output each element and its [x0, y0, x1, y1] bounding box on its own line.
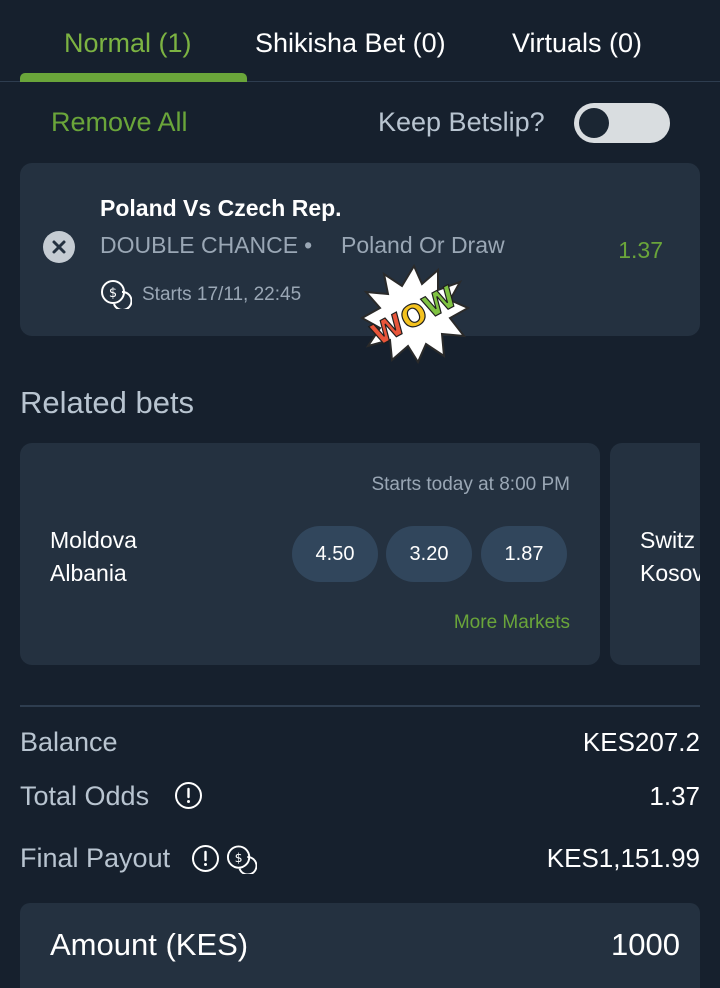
close-icon — [52, 240, 66, 254]
tab-normal[interactable]: Normal (1) — [64, 28, 192, 59]
betslip-tabs: Normal (1) Shikisha Bet (0) Virtuals (0) — [0, 0, 720, 82]
keep-betslip-label: Keep Betslip? — [378, 107, 545, 137]
odds-button-draw[interactable]: 3.20 — [386, 526, 472, 582]
divider — [20, 705, 700, 707]
odds-button-away[interactable]: 1.87 — [481, 526, 567, 582]
related-teams: Switz Kosov — [640, 524, 700, 590]
tab-shikisha-bet[interactable]: Shikisha Bet (0) — [255, 28, 446, 59]
keep-betslip-toggle[interactable] — [574, 103, 670, 143]
match-name: Poland Vs Czech Rep. — [100, 195, 342, 221]
selection-name: Poland Or Draw — [341, 232, 505, 258]
info-icon[interactable] — [174, 781, 203, 810]
amount-value[interactable]: 1000 — [611, 927, 680, 963]
remove-selection-button[interactable] — [43, 231, 75, 263]
active-tab-indicator — [20, 73, 247, 82]
svg-text:$: $ — [235, 850, 243, 865]
wow-sticker: WOW — [359, 263, 470, 365]
start-time: Starts 17/11, 22:45 — [142, 284, 302, 305]
final-payout-label: Final Payout — [20, 843, 171, 873]
related-bet-card[interactable]: Switz Kosov — [610, 443, 700, 665]
market-name: DOUBLE CHANCE • — [100, 232, 320, 259]
info-icon[interactable] — [191, 844, 220, 873]
coins-icon: $ — [101, 280, 132, 309]
away-team: Kosov — [640, 560, 700, 586]
balance-value: KES207.2 — [582, 727, 700, 757]
amount-label: Amount (KES) — [50, 927, 249, 962]
amount-input[interactable]: Amount (KES) 1000 — [20, 903, 700, 988]
odds-button-home[interactable]: 4.50 — [292, 526, 378, 582]
coins-icon[interactable]: $ — [226, 844, 257, 874]
total-odds-value: 1.37 — [649, 781, 700, 811]
market-type: DOUBLE CHANCE — [100, 232, 299, 258]
away-team: Albania — [50, 560, 127, 586]
toggle-knob — [579, 108, 609, 138]
home-team: Moldova — [50, 527, 137, 553]
separator-dot: • — [304, 232, 313, 258]
more-markets-link[interactable]: More Markets — [454, 612, 570, 634]
remove-all-button[interactable]: Remove All — [51, 107, 188, 138]
svg-text:$: $ — [109, 286, 117, 301]
related-bets-title: Related bets — [20, 385, 195, 420]
total-odds-label: Total Odds — [20, 781, 150, 811]
related-bet-card[interactable]: Starts today at 8:00 PM Moldova Albania … — [20, 443, 600, 665]
selection-odds: 1.37 — [618, 237, 663, 263]
balance-label: Balance — [20, 727, 118, 757]
related-teams: Moldova Albania — [50, 524, 137, 590]
related-start-time: Starts today at 8:00 PM — [371, 474, 570, 495]
home-team: Switz — [640, 527, 695, 553]
final-payout-value: KES1,151.99 — [546, 843, 700, 873]
tab-virtuals[interactable]: Virtuals (0) — [512, 28, 642, 59]
